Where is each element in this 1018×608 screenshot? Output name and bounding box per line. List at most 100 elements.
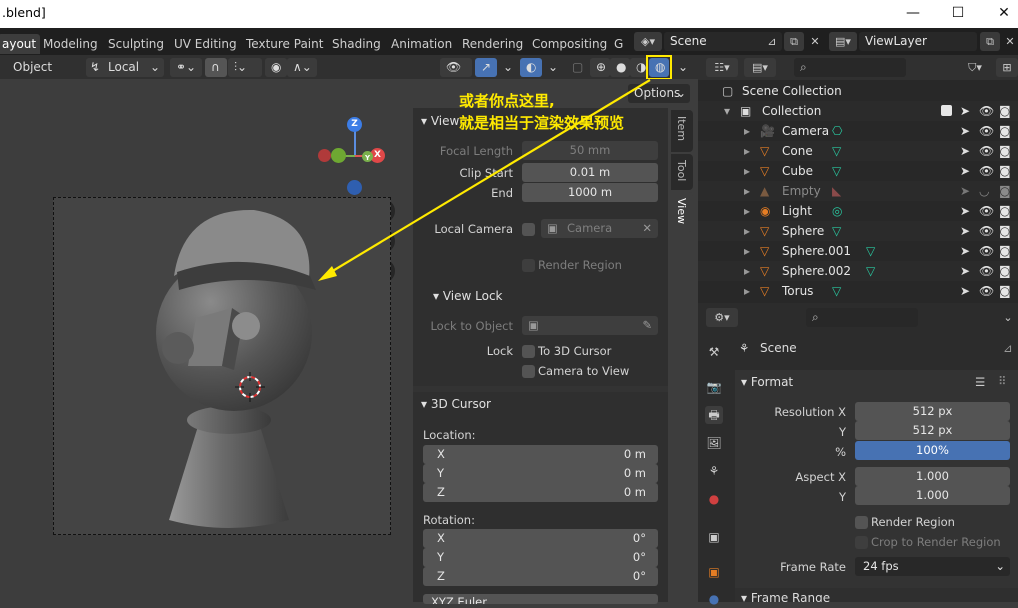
tab-shading[interactable]: Shading (328, 34, 385, 54)
disclosure-icon[interactable]: ▸ (744, 121, 750, 141)
render-camera-icon[interactable]: ◙ (999, 221, 1011, 241)
clear-icon[interactable]: ✕ (642, 219, 652, 238)
close-button[interactable]: ✕ (981, 0, 1018, 28)
tab-modeling[interactable]: Modeling (39, 34, 102, 54)
select-arrow-icon[interactable]: ➤ (960, 241, 970, 261)
location-y-field[interactable]: Y 0 m (423, 464, 658, 483)
outliner-object-row[interactable]: ▸ ▽ Cone ▽ ➤ 👁 ◙ (698, 141, 1018, 161)
gizmo-z-neg-axis[interactable] (347, 180, 362, 195)
render-camera-icon[interactable]: ◙ (999, 161, 1011, 181)
render-camera-icon[interactable]: ◙ (999, 241, 1011, 261)
object-data-icon[interactable]: ▽ (832, 141, 841, 161)
tab-sculpting[interactable]: Sculpting (104, 34, 168, 54)
eye-icon[interactable]: 👁 (979, 281, 994, 301)
disclosure-icon[interactable]: ▸ (744, 281, 750, 301)
object-data-icon[interactable]: ◣ (832, 181, 841, 201)
delete-scene-icon[interactable]: ✕ (805, 32, 825, 51)
outliner-search-input[interactable]: ⌕ (794, 58, 906, 77)
gizmo-z-axis[interactable]: Z (347, 117, 362, 132)
new-scene-icon[interactable]: ⧉ (784, 32, 804, 51)
focal-length-field[interactable]: 50 mm (522, 141, 658, 160)
outliner-collection[interactable]: Collection ▾ ▣ ➤ 👁 ◙ (698, 101, 1018, 121)
clip-start-field[interactable]: 0.01 m (522, 163, 658, 182)
eye-icon[interactable]: 👁 (979, 221, 994, 241)
shading-menu-icon[interactable]: ⌄ (672, 58, 690, 77)
options-chevron-icon[interactable]: ⌄ (998, 308, 1018, 327)
outliner-object-row[interactable]: ▸ ◉ Light ◎ ➤ 👁 ◙ (698, 201, 1018, 221)
select-arrow-icon[interactable]: ➤ (960, 261, 970, 281)
render-region-checkbox[interactable] (855, 516, 868, 529)
overlay-icon[interactable]: ◐ (520, 58, 542, 77)
options-dropdown[interactable]: Options ⌄ (628, 84, 690, 103)
location-z-field[interactable]: Z 0 m (423, 483, 658, 502)
render-camera-icon[interactable]: ◙ (999, 181, 1011, 201)
outliner-object-row[interactable]: ▸ ▽ Cube ▽ ➤ 👁 ◙ (698, 161, 1018, 181)
rotation-y-field[interactable]: Y 0° (423, 548, 658, 567)
tab-view[interactable]: View (671, 192, 693, 232)
solid-shading-icon[interactable]: ● (610, 58, 630, 77)
eye-icon[interactable]: 👁 (979, 141, 994, 161)
select-arrow-icon[interactable]: ➤ (960, 181, 970, 201)
select-arrow-icon[interactable]: ➤ (960, 141, 970, 161)
visibility-icon[interactable]: 👁⌄ (440, 58, 472, 93)
select-arrow-icon[interactable]: ➤ (960, 121, 970, 141)
collection-tab-icon[interactable]: ▣ (705, 528, 723, 546)
filter-type-icon[interactable]: ▤▾ (744, 58, 776, 77)
outliner-object-row[interactable]: ▸ ▽ Sphere ▽ ➤ 👁 ◙ (698, 221, 1018, 241)
render-camera-icon[interactable]: ◙ (999, 201, 1011, 221)
crop-checkbox[interactable] (855, 536, 868, 549)
disclosure-icon[interactable]: ▸ (744, 241, 750, 261)
modifier-tab-icon[interactable]: ● (705, 590, 723, 608)
xray-icon[interactable]: ▢ (566, 58, 586, 77)
local-camera-checkbox[interactable] (522, 223, 535, 236)
object-data-icon[interactable]: ▽ (866, 261, 875, 281)
resolution-y-field[interactable]: 512 px (855, 421, 1010, 440)
rotation-x-field[interactable]: X 0° (423, 529, 658, 548)
object-data-icon[interactable]: ⎔ (832, 121, 842, 141)
select-arrow-icon[interactable]: ➤ (960, 281, 970, 301)
aspect-y-field[interactable]: 1.000 (855, 486, 1010, 505)
output-tab-icon[interactable]: 🖶 (705, 406, 723, 424)
tab-animation[interactable]: Animation (387, 34, 456, 54)
scene-tab-icon[interactable]: ⚘ (705, 462, 723, 480)
disclosure-icon[interactable]: ▸ (744, 221, 750, 241)
gizmo-y-axis[interactable]: Y (362, 151, 373, 162)
disclosure-icon[interactable]: ▸ (744, 261, 750, 281)
minimize-button[interactable]: — (890, 0, 936, 28)
wireframe-shading-icon[interactable]: ⊕ (590, 58, 610, 77)
falloff-icon[interactable]: ∧⌄ (287, 58, 317, 77)
pin-icon[interactable]: ⊿ (762, 32, 782, 51)
render-camera-icon[interactable]: ◙ (999, 281, 1011, 301)
resolution-percent-slider[interactable]: 100% (855, 441, 1010, 460)
filter-icon[interactable]: ⛉▾ (960, 58, 990, 77)
render-camera-icon[interactable]: ◙ (999, 101, 1011, 121)
render-tab-icon[interactable]: 📷 (705, 378, 723, 396)
clip-end-field[interactable]: 1000 m (522, 183, 658, 202)
select-arrow-icon[interactable]: ➤ (960, 221, 970, 241)
outliner-scene-collection[interactable]: Scene Collection ▢ (698, 81, 1018, 101)
camera-to-view-checkbox[interactable] (522, 365, 535, 378)
outliner-object-row[interactable]: ▸ ▽ Sphere.001 ▽ ➤ 👁 ◙ (698, 241, 1018, 261)
pivot-icon[interactable]: ⚭⌄ (170, 58, 202, 77)
tab-tool[interactable]: Tool (671, 154, 693, 190)
select-arrow-icon[interactable]: ➤ (960, 101, 970, 121)
object-data-icon[interactable]: ▽ (832, 161, 841, 181)
eye-icon[interactable]: 👁 (979, 121, 994, 141)
outliner-object-row[interactable]: ▸ ▽ Sphere.002 ▽ ➤ 👁 ◙ (698, 261, 1018, 281)
delete-view-layer-icon[interactable]: ✕ (1000, 32, 1018, 51)
mode-selector[interactable]: Object (2, 58, 76, 77)
eye-icon[interactable]: 👁 (979, 161, 994, 181)
orientation-dropdown[interactable]: Local ⌄ ↯ (86, 58, 164, 77)
overlay-menu-icon[interactable]: ⌄ (542, 58, 560, 77)
exclude-checkbox[interactable] (941, 105, 952, 116)
frame-range-header[interactable]: ▾ Frame Range (735, 588, 1018, 602)
location-x-field[interactable]: X 0 m (423, 445, 658, 464)
view-section-header[interactable]: ▾ View (421, 114, 459, 128)
presets-icon[interactable]: ☰ (975, 375, 985, 389)
outliner-object-row[interactable]: ▸ 🎥 Camera ⎔ ➤ 👁 ◙ (698, 121, 1018, 141)
rotation-mode-field[interactable]: XYZ Euler (423, 594, 658, 604)
disclosure-icon[interactable]: ▸ (744, 181, 750, 201)
gizmo-x-neg-axis[interactable] (318, 149, 331, 162)
drag-handle-icon[interactable]: ⠿ (998, 374, 1006, 388)
tab-rendering[interactable]: Rendering (458, 34, 527, 54)
